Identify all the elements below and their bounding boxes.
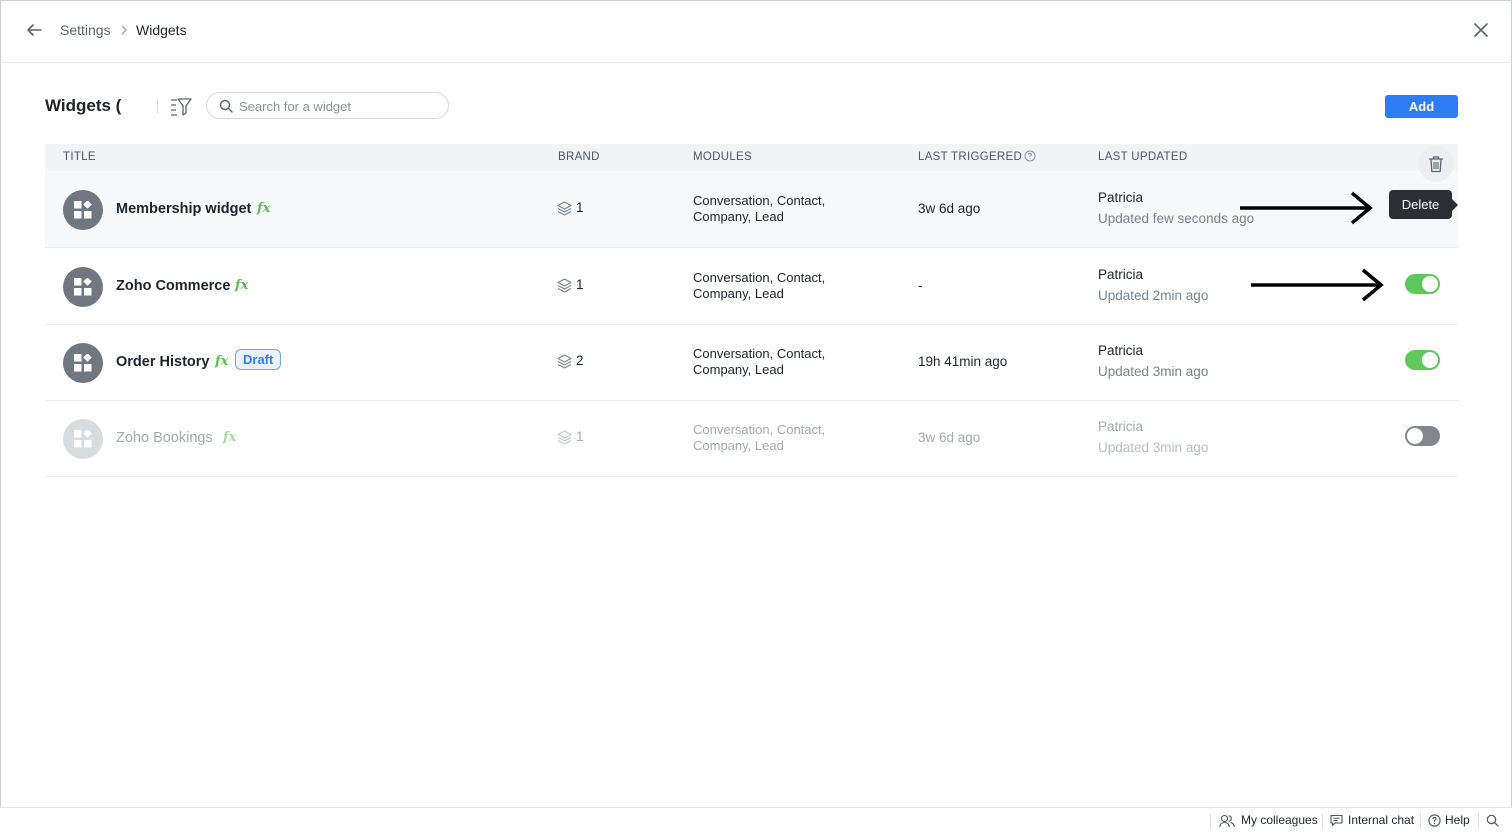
updated-time: Updated 3min ago <box>1098 364 1209 379</box>
divider <box>1322 813 1323 829</box>
layers-icon <box>557 278 572 293</box>
divider <box>157 99 158 113</box>
help-circle-icon[interactable] <box>1024 150 1036 162</box>
people-icon <box>1219 814 1235 828</box>
trash-icon <box>1429 156 1443 173</box>
layers-icon <box>557 430 572 445</box>
table-header: TITLE BRAND MODULES LAST TRIGGERED LAST … <box>45 144 1458 171</box>
toggle-knob <box>1407 428 1423 444</box>
widget-name[interactable]: Membership widget <box>116 201 251 217</box>
brand-count: 2 <box>576 353 584 368</box>
modules-text: Conversation, Contact, Company, Lead <box>693 422 826 453</box>
layers-icon <box>557 354 572 369</box>
my-colleagues-button[interactable]: My colleagues <box>1219 813 1319 829</box>
brand-count: 1 <box>576 429 584 444</box>
delete-button[interactable] <box>1418 146 1454 182</box>
updated-by: Patricia <box>1098 267 1144 282</box>
widget-icon <box>74 354 92 372</box>
enable-toggle[interactable] <box>1405 274 1440 294</box>
add-widget-button[interactable]: Add <box>1385 95 1458 118</box>
last-triggered-text: 3w 6d ago <box>918 430 981 445</box>
column-modules: MODULES <box>693 151 752 163</box>
delete-tooltip: Delete <box>1389 190 1458 219</box>
search-icon <box>1486 814 1499 827</box>
widget-icon <box>74 201 92 219</box>
annotation-arrow-2 <box>1251 268 1384 302</box>
enable-toggle[interactable] <box>1405 426 1440 446</box>
widget-avatar <box>63 190 103 230</box>
filter-icon[interactable] <box>170 96 192 116</box>
column-brand: BRAND <box>558 151 600 163</box>
column-last-triggered: LAST TRIGGERED <box>918 151 1023 163</box>
my-colleagues-label: My colleagues <box>1241 813 1318 827</box>
help-button[interactable]: Help <box>1428 813 1474 829</box>
updated-by: Patricia <box>1098 419 1144 434</box>
updated-by: Patricia <box>1098 343 1144 358</box>
function-icon: fx <box>257 201 271 216</box>
table-row[interactable]: Order History fx Draft 2 Conversation, C… <box>45 324 1458 401</box>
internal-chat-button[interactable]: Internal chat <box>1330 813 1418 829</box>
breadcrumb-settings[interactable]: Settings <box>60 22 111 38</box>
table-row[interactable]: Zoho Commerce fx 1 Conversation, Contact… <box>45 248 1458 325</box>
widget-avatar <box>63 343 103 383</box>
search-input[interactable] <box>239 97 439 115</box>
widget-name[interactable]: Zoho Bookings <box>116 430 213 446</box>
divider <box>1420 813 1421 829</box>
last-triggered-text: 3w 6d ago <box>918 201 981 216</box>
modules-text: Conversation, Contact, Company, Lead <box>693 193 826 224</box>
widget-icon <box>74 278 92 296</box>
updated-by: Patricia <box>1098 190 1144 205</box>
function-icon: fx <box>223 430 237 445</box>
footer-bar: My colleagues Internal chat Help <box>0 807 1512 833</box>
table-row[interactable]: Zoho Bookings fx 1 Conversation, Contact… <box>45 400 1458 477</box>
last-triggered-text: 19h 41min ago <box>918 354 1008 369</box>
enable-toggle[interactable] <box>1405 350 1440 370</box>
chevron-right-icon <box>121 25 127 35</box>
widget-icon <box>74 430 92 448</box>
updated-time: Updated 3min ago <box>1098 440 1209 455</box>
help-label: Help <box>1445 813 1470 827</box>
updated-time: Updated 2min ago <box>1098 288 1209 303</box>
top-bar: Settings Widgets <box>0 0 1512 63</box>
divider <box>1210 813 1211 829</box>
toggle-knob <box>1422 276 1438 292</box>
close-icon[interactable] <box>1472 21 1490 39</box>
toggle-knob <box>1422 352 1438 368</box>
column-last-updated: LAST UPDATED <box>1098 151 1188 163</box>
divider <box>1478 813 1479 829</box>
layers-icon <box>557 201 572 216</box>
search-icon <box>219 99 233 113</box>
function-icon: fx <box>235 278 249 293</box>
brand-count: 1 <box>576 200 584 215</box>
widget-avatar <box>63 267 103 307</box>
breadcrumb-current: Widgets <box>136 22 187 38</box>
back-arrow-icon[interactable] <box>24 20 44 40</box>
annotation-arrow-1 <box>1240 191 1373 225</box>
column-title: TITLE <box>63 151 96 163</box>
updated-time: Updated few seconds ago <box>1098 211 1255 226</box>
last-triggered-text: - <box>918 278 923 293</box>
function-icon: fx <box>215 354 229 369</box>
brand-count: 1 <box>576 277 584 292</box>
search-box[interactable] <box>206 92 449 119</box>
draft-badge: Draft <box>235 349 282 370</box>
modules-text: Conversation, Contact, Company, Lead <box>693 346 826 377</box>
widget-avatar <box>63 419 103 459</box>
widget-name[interactable]: Zoho Commerce <box>116 278 230 294</box>
modules-text: Conversation, Contact, Company, Lead <box>693 270 826 301</box>
widget-name[interactable]: Order History <box>116 354 209 370</box>
help-icon <box>1428 814 1441 827</box>
chat-icon <box>1330 814 1343 827</box>
page-title: Widgets ( <box>45 96 122 115</box>
internal-chat-label: Internal chat <box>1348 813 1415 827</box>
footer-search-button[interactable] <box>1486 813 1500 829</box>
